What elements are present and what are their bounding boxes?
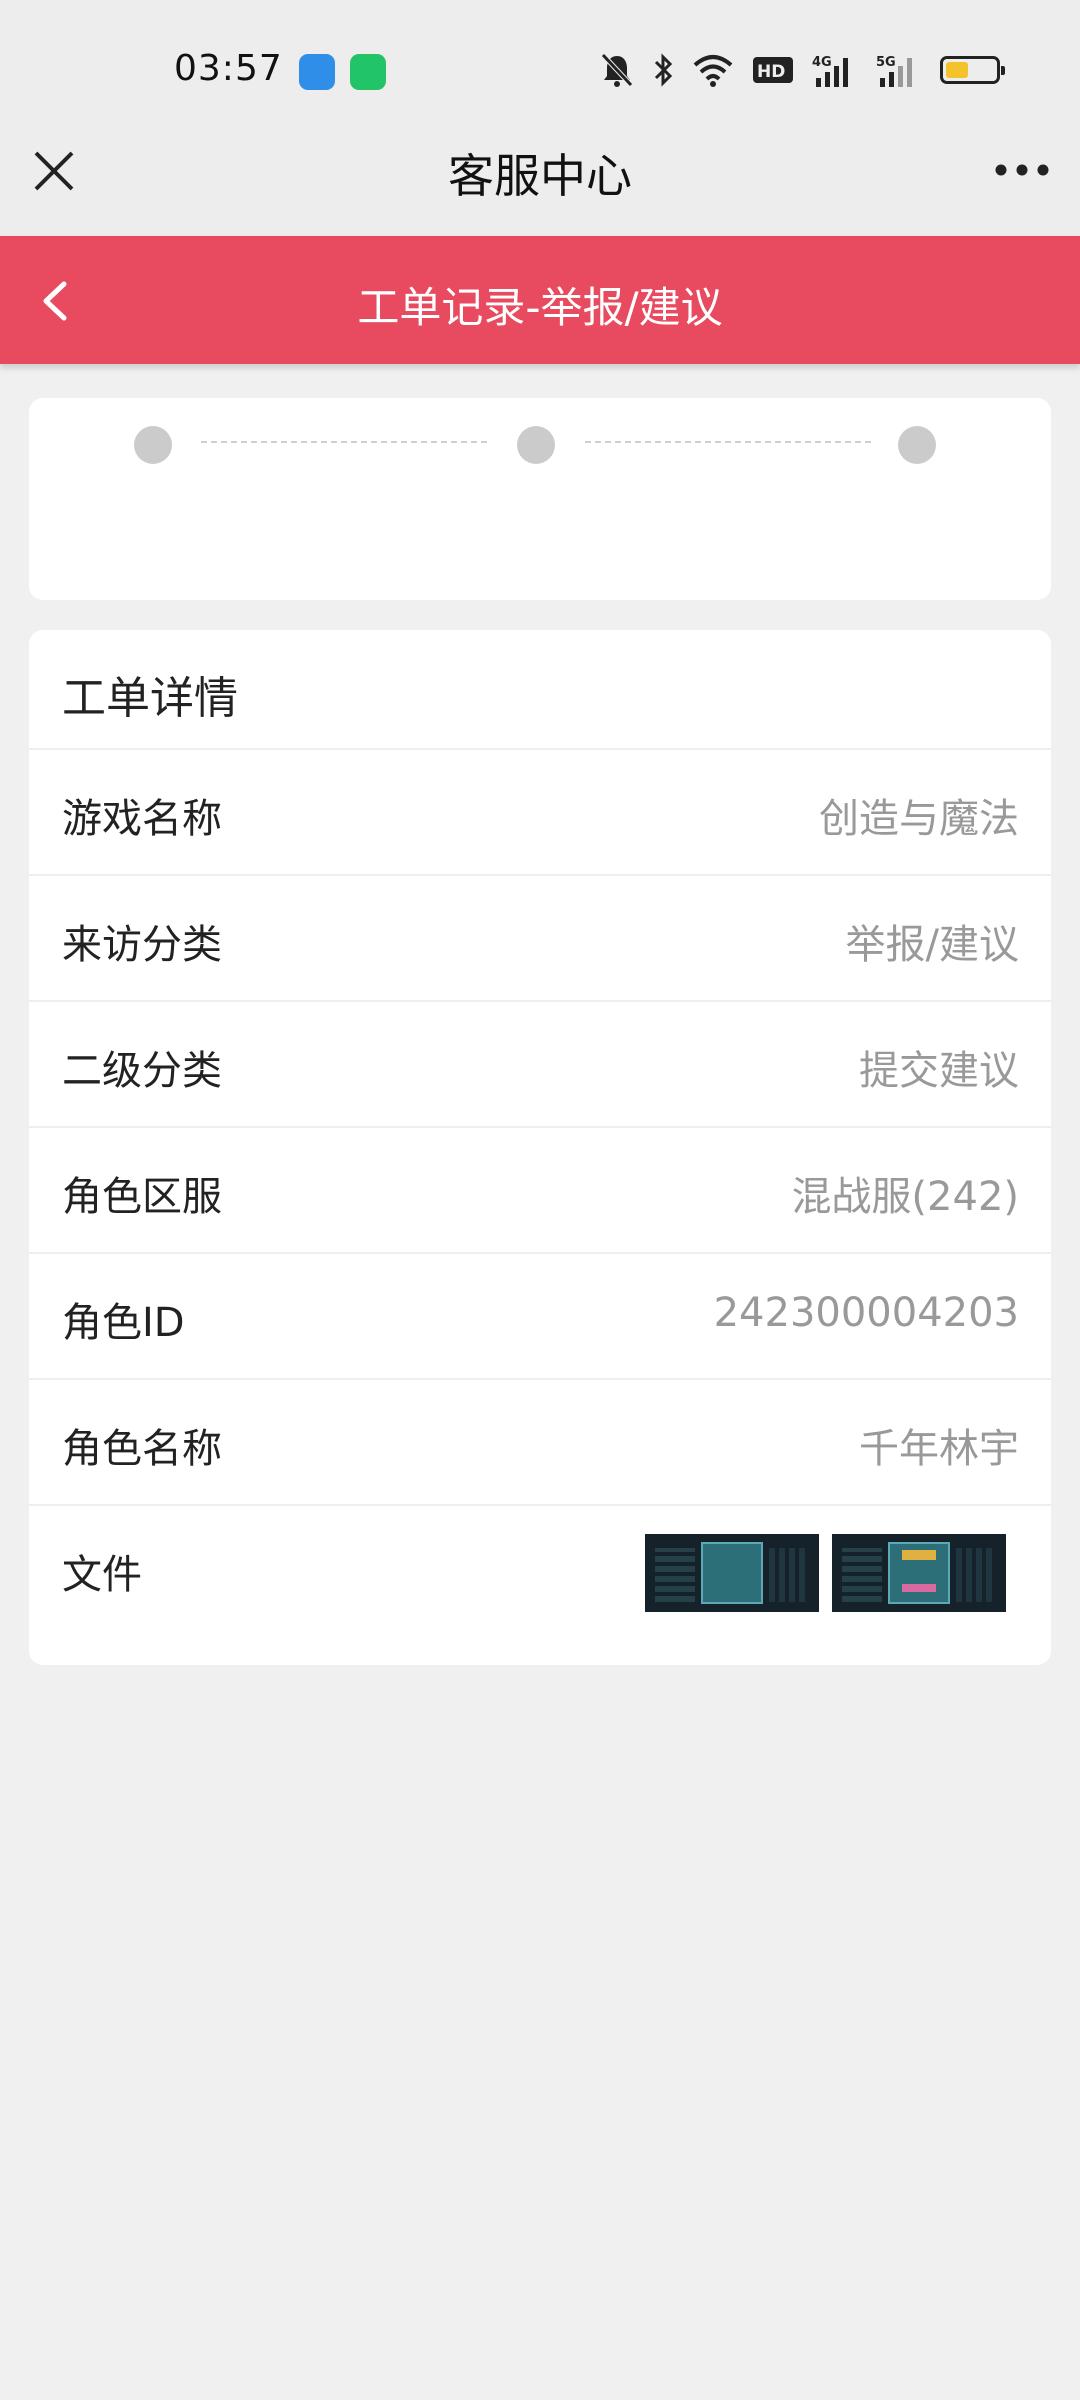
detail-row-server: 角色区服 混战服(242) bbox=[29, 1126, 1051, 1252]
row-value: 提交建议 bbox=[859, 1048, 1019, 1094]
battery-level bbox=[946, 62, 968, 78]
row-label: 文件 bbox=[62, 1552, 142, 1598]
more-options-icon[interactable] bbox=[992, 155, 1052, 185]
file-thumbnail[interactable] bbox=[645, 1534, 819, 1612]
row-label: 角色名称 bbox=[62, 1426, 222, 1472]
progress-step-2 bbox=[517, 426, 555, 464]
row-value: 举报/建议 bbox=[845, 922, 1019, 968]
card-title: 工单详情 bbox=[62, 673, 238, 724]
progress-step-3 bbox=[898, 426, 936, 464]
progress-connector bbox=[585, 441, 871, 443]
top-nav: 客服中心 bbox=[0, 100, 1080, 238]
svg-text:5G: 5G bbox=[876, 55, 896, 70]
detail-row-files: 文件 bbox=[29, 1504, 1051, 1665]
tp-link-app-icon bbox=[299, 54, 335, 90]
battery-icon bbox=[940, 56, 1005, 84]
row-label: 游戏名称 bbox=[62, 796, 222, 842]
signal-5g-icon: 5G bbox=[876, 55, 912, 87]
row-value: 242300004203 bbox=[713, 1290, 1019, 1336]
row-value: 混战服(242) bbox=[791, 1174, 1019, 1220]
progress-step-1 bbox=[134, 426, 172, 464]
signal-4g-icon: 4G bbox=[812, 55, 848, 87]
row-value: 千年林宇 bbox=[859, 1426, 1019, 1472]
row-value: 创造与魔法 bbox=[819, 796, 1019, 842]
svg-text:4G: 4G bbox=[812, 55, 832, 70]
file-thumbnail[interactable] bbox=[832, 1534, 1006, 1612]
green-app-icon bbox=[350, 54, 386, 90]
hd-icon: HD bbox=[753, 57, 793, 83]
bell-muted-icon bbox=[601, 53, 633, 87]
svg-text:HD: HD bbox=[757, 62, 785, 82]
detail-row-role-name: 角色名称 千年林宇 bbox=[29, 1378, 1051, 1504]
section-header: 工单记录-举报/建议 bbox=[0, 236, 1080, 364]
row-label: 来访分类 bbox=[62, 922, 222, 968]
header-title: 工单记录-举报/建议 bbox=[357, 283, 723, 332]
progress-card bbox=[29, 398, 1051, 600]
detail-row-subcategory: 二级分类 提交建议 bbox=[29, 1000, 1051, 1126]
row-label: 角色区服 bbox=[62, 1174, 222, 1220]
progress-connector bbox=[201, 441, 487, 443]
status-icons: HD 4G 5G bbox=[600, 50, 1005, 90]
detail-row-visit-category: 来访分类 举报/建议 bbox=[29, 874, 1051, 1000]
page-title: 客服中心 bbox=[448, 149, 632, 203]
row-label: 二级分类 bbox=[62, 1048, 222, 1094]
wifi-icon bbox=[693, 55, 733, 87]
ticket-details-card: 工单详情 游戏名称 创造与魔法 来访分类 举报/建议 二级分类 提交建议 角色区… bbox=[29, 630, 1051, 1665]
detail-row-game-name: 游戏名称 创造与魔法 bbox=[29, 748, 1051, 874]
status-time: 03:57 bbox=[174, 48, 283, 89]
bluetooth-icon bbox=[654, 53, 673, 87]
detail-row-role-id: 角色ID 242300004203 bbox=[29, 1252, 1051, 1378]
row-label: 角色ID bbox=[62, 1300, 185, 1346]
